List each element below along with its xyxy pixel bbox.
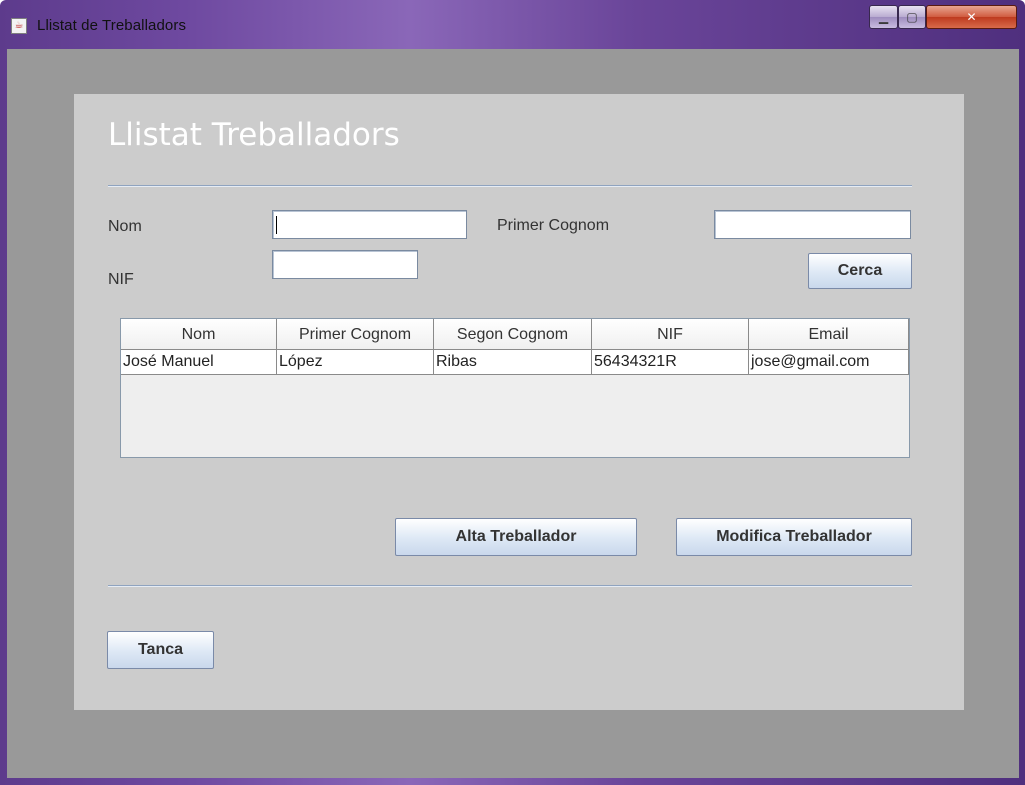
table-header: Nom Primer Cognom Segon Cognom NIF Email (121, 319, 909, 350)
nif-field[interactable] (272, 250, 418, 279)
workers-table: Nom Primer Cognom Segon Cognom NIF Email… (120, 318, 910, 458)
edit-worker-button[interactable]: Modifica Treballador (676, 518, 912, 556)
column-header-nom[interactable]: Nom (121, 319, 277, 350)
window-title: Llistat de Treballadors (37, 17, 187, 34)
title-bar[interactable]: ☕ Llistat de Treballadors ▁ ▢ ✕ (0, 0, 1025, 48)
minimize-button[interactable]: ▁ (869, 5, 898, 29)
java-icon: ☕ (11, 18, 27, 34)
maximize-button[interactable]: ▢ (898, 5, 926, 29)
column-header-email[interactable]: Email (749, 319, 909, 350)
cell-nom[interactable]: José Manuel (121, 350, 277, 375)
search-button[interactable]: Cerca (808, 253, 912, 289)
nif-label: NIF (108, 271, 134, 288)
cell-nif[interactable]: 56434321R (592, 350, 749, 375)
nom-field[interactable] (272, 210, 467, 239)
primer-cognom-label: Primer Cognom (497, 217, 610, 234)
nom-label: Nom (108, 218, 142, 235)
cell-segon-cognom[interactable]: Ribas (434, 350, 592, 375)
bottom-separator (108, 585, 912, 587)
top-separator (108, 185, 912, 187)
cell-email[interactable]: jose@gmail.com (749, 350, 909, 375)
page-title: Llistat Treballadors (108, 117, 400, 153)
add-worker-button[interactable]: Alta Treballador (395, 518, 637, 556)
cell-primer-cognom[interactable]: López (277, 350, 434, 375)
close-button[interactable]: Tanca (107, 631, 214, 669)
close-window-button[interactable]: ✕ (926, 5, 1017, 29)
column-header-segon-cognom[interactable]: Segon Cognom (434, 319, 592, 350)
primer-cognom-field[interactable] (714, 210, 911, 239)
table-row[interactable]: José Manuel López Ribas 56434321R jose@g… (121, 350, 909, 375)
column-header-primer-cognom[interactable]: Primer Cognom (277, 319, 434, 350)
text-caret (276, 216, 277, 234)
column-header-nif[interactable]: NIF (592, 319, 749, 350)
